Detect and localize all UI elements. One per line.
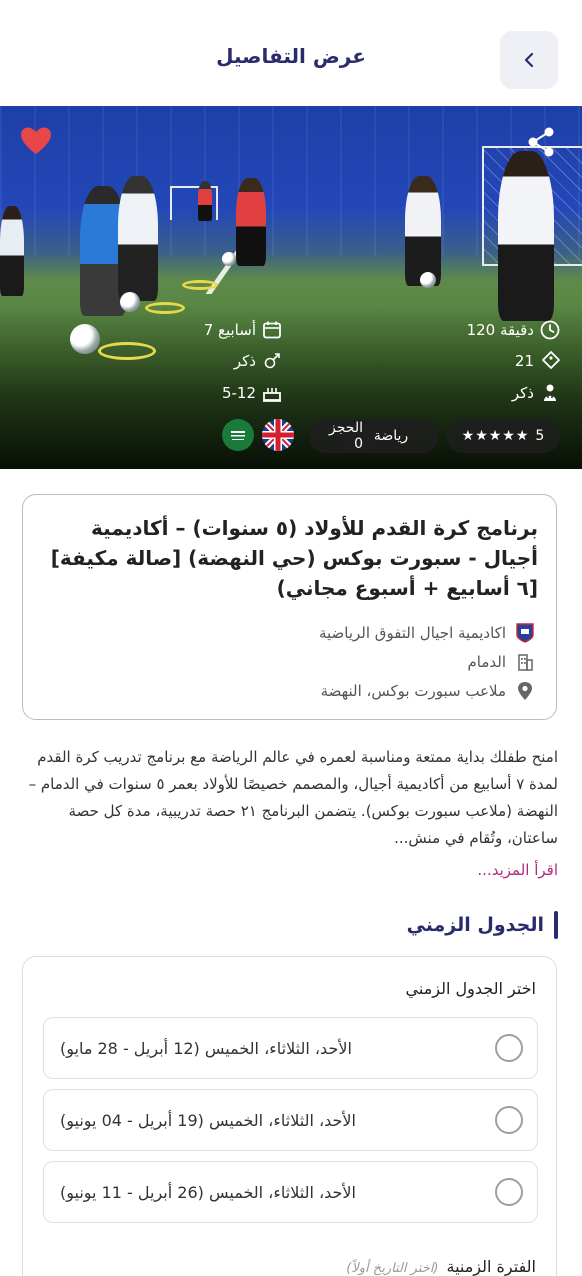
- arabic-flag-icon[interactable]: [222, 419, 254, 451]
- schedule-card: اختر الجدول الزمني الأحد، الثلاثاء، الخم…: [22, 956, 557, 1276]
- academy-logo-icon: [516, 623, 534, 643]
- academy-name: اكاديمية اجيال التفوق الرياضية: [318, 624, 506, 642]
- gender-stat-2: ذكر: [234, 351, 282, 371]
- period-title: الفترة الزمنية: [446, 1257, 537, 1276]
- schedule-option[interactable]: الأحد، الثلاثاء، الخميس (19 أبريل - 04 ي…: [43, 1089, 538, 1151]
- ticket-icon: [542, 351, 560, 369]
- schedule-option[interactable]: الأحد، الثلاثاء، الخميس (12 أبريل - 28 م…: [43, 1017, 538, 1079]
- hero-player: [0, 206, 24, 296]
- child-icon: [544, 384, 556, 401]
- duration-value: 120 دقيقة: [466, 321, 534, 339]
- program-title: برنامج كرة القدم للأولاد (٥ سنوات) – أكا…: [50, 516, 538, 600]
- program-description: امنح طفلك بداية ممتعة ومناسبة لعمره في ع…: [28, 748, 558, 847]
- english-flag-icon[interactable]: [262, 419, 294, 451]
- favorite-heart-icon[interactable]: [20, 126, 52, 156]
- section-accent-bar: [554, 911, 558, 939]
- program-hero-image: 120 دقيقة 21 ذكر 7 أسابيع ذكر 5-12: [0, 106, 582, 469]
- read-more-link[interactable]: اقرأ المزيد...: [477, 861, 558, 879]
- rating-pill: 5 ★★★★★: [446, 419, 560, 453]
- location-pin-icon: [518, 682, 532, 700]
- hero-ring: [145, 302, 185, 314]
- academy-row[interactable]: اكاديمية اجيال التفوق الرياضية: [319, 623, 534, 643]
- calendar-icon: [263, 321, 281, 339]
- schedule-heading: الجدول الزمني: [406, 914, 544, 936]
- city-name: الدمام: [467, 653, 506, 671]
- choose-schedule-label: اختر الجدول الزمني: [405, 979, 536, 998]
- weeks-value: 7 أسابيع: [203, 321, 256, 339]
- category-label: رياضة: [373, 428, 409, 444]
- star-rating-icon: ★★★★★: [461, 428, 530, 444]
- count-stat: 21: [515, 351, 560, 371]
- hero-player: [118, 176, 158, 301]
- hero-ring: [98, 342, 156, 360]
- radio-button[interactable]: [495, 1034, 523, 1062]
- program-info-card: برنامج كرة القدم للأولاد (٥ سنوات) – أكا…: [22, 494, 557, 720]
- hero-player: [405, 176, 441, 286]
- hero-ring: [182, 280, 218, 290]
- hero-player: [198, 181, 212, 221]
- schedule-option-label: الأحد، الثلاثاء، الخميس (19 أبريل - 04 ي…: [60, 1110, 356, 1130]
- gender-stat-1: ذكر: [512, 383, 560, 403]
- gender-symbol-icon: [264, 353, 280, 369]
- schedule-option-label: الأحد، الثلاثاء، الخميس (12 أبريل - 28 م…: [60, 1038, 352, 1058]
- radio-button[interactable]: [495, 1178, 523, 1206]
- gender-value-2: ذكر: [233, 352, 256, 370]
- duration-stat: 120 دقيقة: [467, 320, 560, 340]
- bookings-pill: الحجز 0: [309, 419, 375, 453]
- city-row: الدمام: [467, 653, 534, 671]
- bookings-label: الحجز 0: [329, 420, 363, 452]
- hero-player: [236, 178, 266, 266]
- hero-ball: [120, 292, 140, 312]
- weeks-stat: 7 أسابيع: [204, 320, 282, 340]
- hero-ball: [70, 324, 100, 354]
- gender-value-1: ذكر: [511, 384, 534, 402]
- chevron-left-icon: [524, 52, 534, 68]
- schedule-option-label: الأحد، الثلاثاء، الخميس (26 أبريل - 11 ي…: [60, 1182, 356, 1202]
- venue-name: ملاعب سبورت بوكس، النهضة: [320, 682, 506, 700]
- header: عرض التفاصيل: [0, 0, 582, 106]
- age-value: 5-12: [221, 384, 256, 402]
- count-value: 21: [514, 352, 534, 370]
- clock-icon: [540, 320, 560, 340]
- hero-ball: [420, 272, 436, 288]
- page-title: عرض التفاصيل: [216, 44, 366, 68]
- share-icon[interactable]: [526, 126, 556, 158]
- age-stat: 5-12: [222, 383, 282, 403]
- schedule-section-title: الجدول الزمني: [407, 911, 558, 939]
- building-icon: [518, 654, 533, 671]
- schedule-option[interactable]: الأحد، الثلاثاء، الخميس (26 أبريل - 11 ي…: [43, 1161, 538, 1223]
- hero-player: [498, 151, 554, 321]
- period-label: الفترة الزمنية (اختر التاريخ أولاً): [346, 1257, 536, 1276]
- hero-ball: [222, 252, 236, 266]
- cake-icon: [263, 388, 281, 402]
- rating-value: 5: [535, 428, 545, 444]
- venue-row[interactable]: ملاعب سبورت بوكس، النهضة: [321, 681, 534, 701]
- back-button[interactable]: [500, 31, 558, 89]
- radio-button[interactable]: [495, 1106, 523, 1134]
- period-hint: (اختر التاريخ أولاً): [346, 1261, 439, 1276]
